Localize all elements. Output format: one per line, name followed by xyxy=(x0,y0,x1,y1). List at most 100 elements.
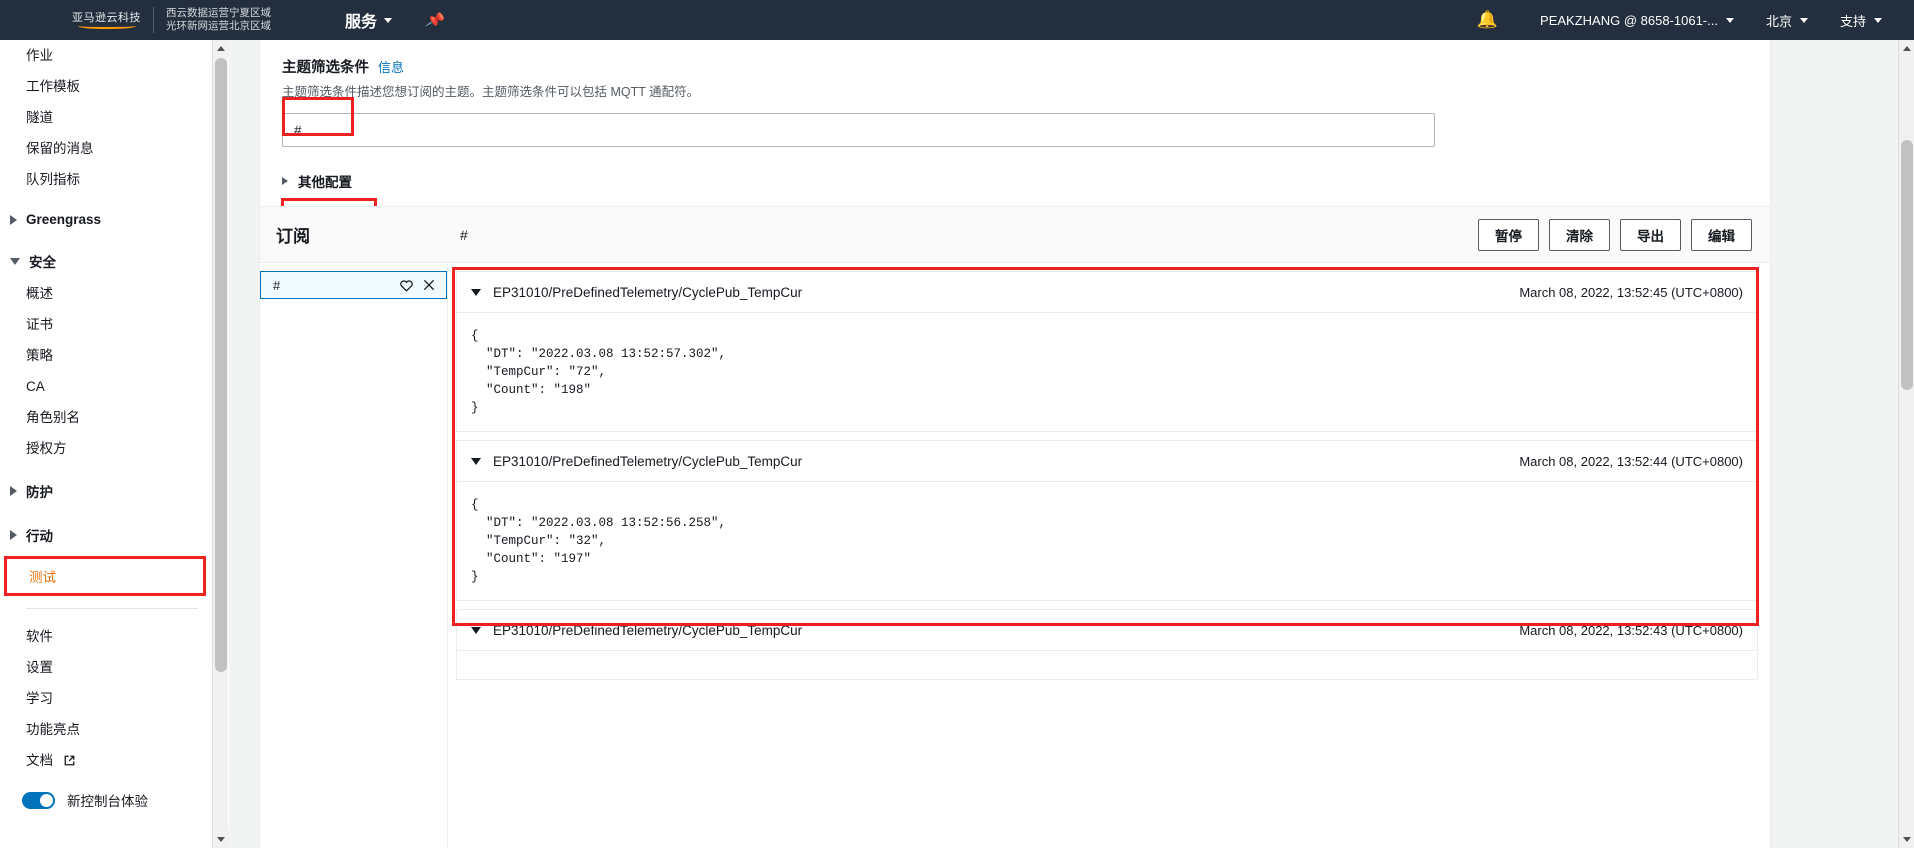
sidebar-item-policies[interactable]: 策略 xyxy=(0,340,212,371)
new-console-toggle[interactable] xyxy=(22,791,55,809)
services-menu[interactable]: 服务 xyxy=(345,8,393,32)
logo-region-text: 西云数据运营宁夏区域 光环新网运营北京区域 xyxy=(166,7,271,32)
services-label: 服务 xyxy=(345,14,378,31)
subscriptions-panel: 订阅 # 暂停 清除 导出 编辑 # EP31010/PreDefinedTel… xyxy=(259,206,1771,848)
message-timestamp: March 08, 2022, 13:52:45 (UTC+0800) xyxy=(1519,284,1743,300)
sidebar-item-overview[interactable]: 概述 xyxy=(0,278,212,309)
message-topic: EP31010/PreDefinedTelemetry/CyclePub_Tem… xyxy=(493,453,803,469)
account-menu[interactable]: PEAKZHANG @ 8658-1061-... xyxy=(1524,0,1750,40)
topic-filter-title: 主题筛选条件 xyxy=(282,60,369,76)
sidebar-item-jobs[interactable]: 作业 xyxy=(0,40,212,71)
chevron-right-icon xyxy=(10,530,17,540)
top-navigation-bar: 亚马逊云科技 西云数据运营宁夏区域 光环新网运营北京区域 服务 📌 🔔 PEAK… xyxy=(0,0,1914,40)
sidebar-item-test[interactable]: 测试 xyxy=(29,566,203,586)
message-topic: EP31010/PreDefinedTelemetry/CyclePub_Tem… xyxy=(493,622,803,638)
sidebar-item-settings[interactable]: 设置 xyxy=(0,652,212,683)
sidebar-item-role-aliases[interactable]: 角色别名 xyxy=(0,402,212,433)
support-label: 支持 xyxy=(1839,13,1866,29)
clear-button[interactable]: 清除 xyxy=(1549,218,1610,251)
sidebar-scroll-thumb[interactable] xyxy=(215,58,227,672)
sidebar-group-security[interactable]: 安全 xyxy=(0,244,212,278)
chevron-right-icon xyxy=(282,177,288,185)
sidebar-item-documentation[interactable]: 文档 xyxy=(0,745,212,776)
sidebar-item-ca[interactable]: CA xyxy=(0,371,212,402)
logo-primary-text: 亚马逊云科技 xyxy=(72,12,141,29)
pin-icon[interactable]: 📌 xyxy=(424,9,446,31)
chevron-down-icon[interactable] xyxy=(471,457,481,465)
message-header[interactable]: EP31010/PreDefinedTelemetry/CyclePub_Tem… xyxy=(457,610,1757,651)
scroll-up-arrow-icon[interactable] xyxy=(213,40,229,57)
sidebar-group-label: 行动 xyxy=(26,529,53,544)
scroll-up-arrow-icon[interactable] xyxy=(1899,40,1914,57)
chevron-down-icon[interactable] xyxy=(471,626,481,634)
close-icon[interactable] xyxy=(422,278,436,292)
message-stream[interactable]: EP31010/PreDefinedTelemetry/CyclePub_Tem… xyxy=(448,263,1770,848)
sidebar-group-label: Greengrass xyxy=(26,212,102,227)
sidebar-group-act[interactable]: 行动 xyxy=(0,518,212,552)
sidebar-item-job-templates[interactable]: 工作模板 xyxy=(0,71,212,102)
current-topic-label: # xyxy=(460,226,468,243)
bell-icon[interactable]: 🔔 xyxy=(1477,10,1498,30)
chevron-down-icon xyxy=(10,257,20,265)
message-payload: { "DT": "2022.03.08 13:52:57.302", "Temp… xyxy=(471,329,727,415)
message-timestamp: March 08, 2022, 13:52:43 (UTC+0800) xyxy=(1519,622,1743,638)
message-card: EP31010/PreDefinedTelemetry/CyclePub_Tem… xyxy=(456,609,1758,680)
account-label: PEAKZHANG @ 8658-1061-... xyxy=(1540,12,1718,28)
message-card: EP31010/PreDefinedTelemetry/CyclePub_Tem… xyxy=(456,271,1758,432)
list-item[interactable]: # xyxy=(260,271,447,299)
sidebar-group-label: 安全 xyxy=(29,255,56,270)
topic-filter-description: 主题筛选条件描述您想订阅的主题。主题筛选条件可以包括 MQTT 通配符。 xyxy=(282,85,700,99)
edit-button[interactable]: 编辑 xyxy=(1691,218,1752,251)
logo-swoosh-icon xyxy=(78,22,136,29)
sidebar-item-software[interactable]: 软件 xyxy=(0,621,212,652)
extra-config-label: 其他配置 xyxy=(298,175,352,190)
heart-icon[interactable] xyxy=(399,278,414,293)
subscription-item-actions xyxy=(399,278,436,293)
external-link-icon xyxy=(64,755,75,766)
chevron-down-icon xyxy=(1874,17,1882,23)
message-timestamp: March 08, 2022, 13:52:44 (UTC+0800) xyxy=(1519,453,1743,469)
support-menu[interactable]: 支持 xyxy=(1824,0,1898,40)
subscriptions-body: # EP31010/PreDefinedTelemetry/CyclePub_T… xyxy=(260,263,1770,848)
main-scroll-thumb[interactable] xyxy=(1901,140,1913,390)
region-menu[interactable]: 北京 xyxy=(1750,0,1824,40)
message-header[interactable]: EP31010/PreDefinedTelemetry/CyclePub_Tem… xyxy=(457,272,1757,313)
sidebar-item-retained-messages[interactable]: 保留的消息 xyxy=(0,133,212,164)
main-scrollbar[interactable] xyxy=(1898,40,1914,848)
export-button[interactable]: 导出 xyxy=(1620,218,1681,251)
sidebar-item-feature-spotlight[interactable]: 功能亮点 xyxy=(0,714,212,745)
info-link[interactable]: 信息 xyxy=(378,57,404,76)
toggle-knob xyxy=(40,793,53,807)
sidebar-item-certificates[interactable]: 证书 xyxy=(0,309,212,340)
sidebar-item-label: 文档 xyxy=(26,753,53,768)
sidebar-item-test-highlight: 测试 xyxy=(4,556,206,596)
message-card: EP31010/PreDefinedTelemetry/CyclePub_Tem… xyxy=(456,440,1758,601)
scroll-down-arrow-icon[interactable] xyxy=(213,831,229,848)
sidebar-divider xyxy=(26,608,198,609)
message-header[interactable]: EP31010/PreDefinedTelemetry/CyclePub_Tem… xyxy=(457,441,1757,482)
new-console-toggle-label: 新控制台体验 xyxy=(67,794,148,809)
sidebar-item-learn[interactable]: 学习 xyxy=(0,683,212,714)
sidebar-scrollbar[interactable] xyxy=(212,40,229,848)
subscription-topic-label: # xyxy=(273,277,281,293)
sidebar-item-fleet-metrics[interactable]: 队列指标 xyxy=(0,164,212,195)
chevron-down-icon xyxy=(1799,17,1808,23)
extra-config-toggle[interactable]: 其他配置 xyxy=(282,171,1748,191)
sidebar-group-defend[interactable]: 防护 xyxy=(0,474,212,508)
logo-divider xyxy=(153,7,154,33)
new-console-toggle-row: 新控制台体验 xyxy=(0,776,212,810)
topic-filter-input[interactable] xyxy=(282,113,1435,147)
chevron-down-icon[interactable] xyxy=(471,288,481,296)
pause-button[interactable]: 暂停 xyxy=(1478,218,1539,251)
message-payload: { "DT": "2022.03.08 13:52:56.258", "Temp… xyxy=(471,498,727,584)
message-payload xyxy=(457,651,1757,679)
sidebar-group-greengrass[interactable]: Greengrass xyxy=(0,205,212,234)
sidebar-item-tunnels[interactable]: 隧道 xyxy=(0,102,212,133)
scroll-down-arrow-icon[interactable] xyxy=(1899,831,1914,848)
sidebar-item-authorizers[interactable]: 授权方 xyxy=(0,433,212,464)
brand-logo[interactable]: 亚马逊云科技 西云数据运营宁夏区域 光环新网运营北京区域 xyxy=(72,0,271,40)
subscriptions-header: 订阅 # 暂停 清除 导出 编辑 xyxy=(260,207,1770,263)
